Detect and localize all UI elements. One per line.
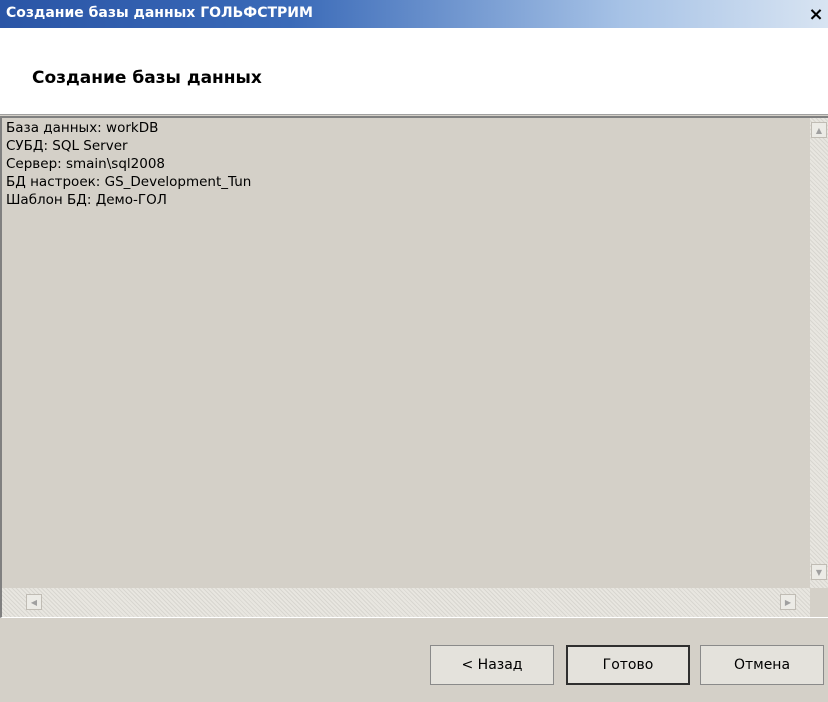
page-title: Создание базы данных: [32, 68, 262, 88]
horizontal-scrollbar[interactable]: ◀ ▶: [2, 588, 810, 617]
log-line-dbms: СУБД: SQL Server: [6, 138, 128, 154]
log-line-database: База данных: workDB: [6, 120, 159, 136]
log-panel: База данных: workDB СУБД: SQL Server Сер…: [0, 116, 828, 618]
scroll-left-icon[interactable]: ◀: [26, 594, 42, 610]
log-line-settings-db: БД настроек: GS_Development_Tun: [6, 174, 252, 190]
scroll-right-icon[interactable]: ▶: [780, 594, 796, 610]
log-line-template: Шаблон БД: Демо-ГОЛ: [6, 192, 167, 208]
cancel-button[interactable]: Отмена: [700, 645, 824, 685]
finish-button[interactable]: Готово: [566, 645, 690, 685]
window-title: Создание базы данных ГОЛЬФСТРИМ: [6, 5, 313, 21]
wizard-header: Создание базы данных: [0, 28, 828, 115]
back-button[interactable]: < Назад: [430, 645, 554, 685]
log-text-area[interactable]: База данных: workDB СУБД: SQL Server Сер…: [4, 119, 810, 587]
vertical-scrollbar[interactable]: ▲ ▼: [810, 118, 828, 588]
log-line-server: Сервер: smain\sql2008: [6, 156, 165, 172]
scroll-down-icon[interactable]: ▼: [811, 564, 827, 580]
scrollbar-corner: [810, 588, 828, 617]
title-bar[interactable]: Создание базы данных ГОЛЬФСТРИМ ×: [0, 0, 828, 28]
wizard-window: Создание базы данных ГОЛЬФСТРИМ × Создан…: [0, 0, 828, 702]
scroll-up-icon[interactable]: ▲: [811, 122, 827, 138]
close-icon[interactable]: ×: [806, 4, 826, 25]
